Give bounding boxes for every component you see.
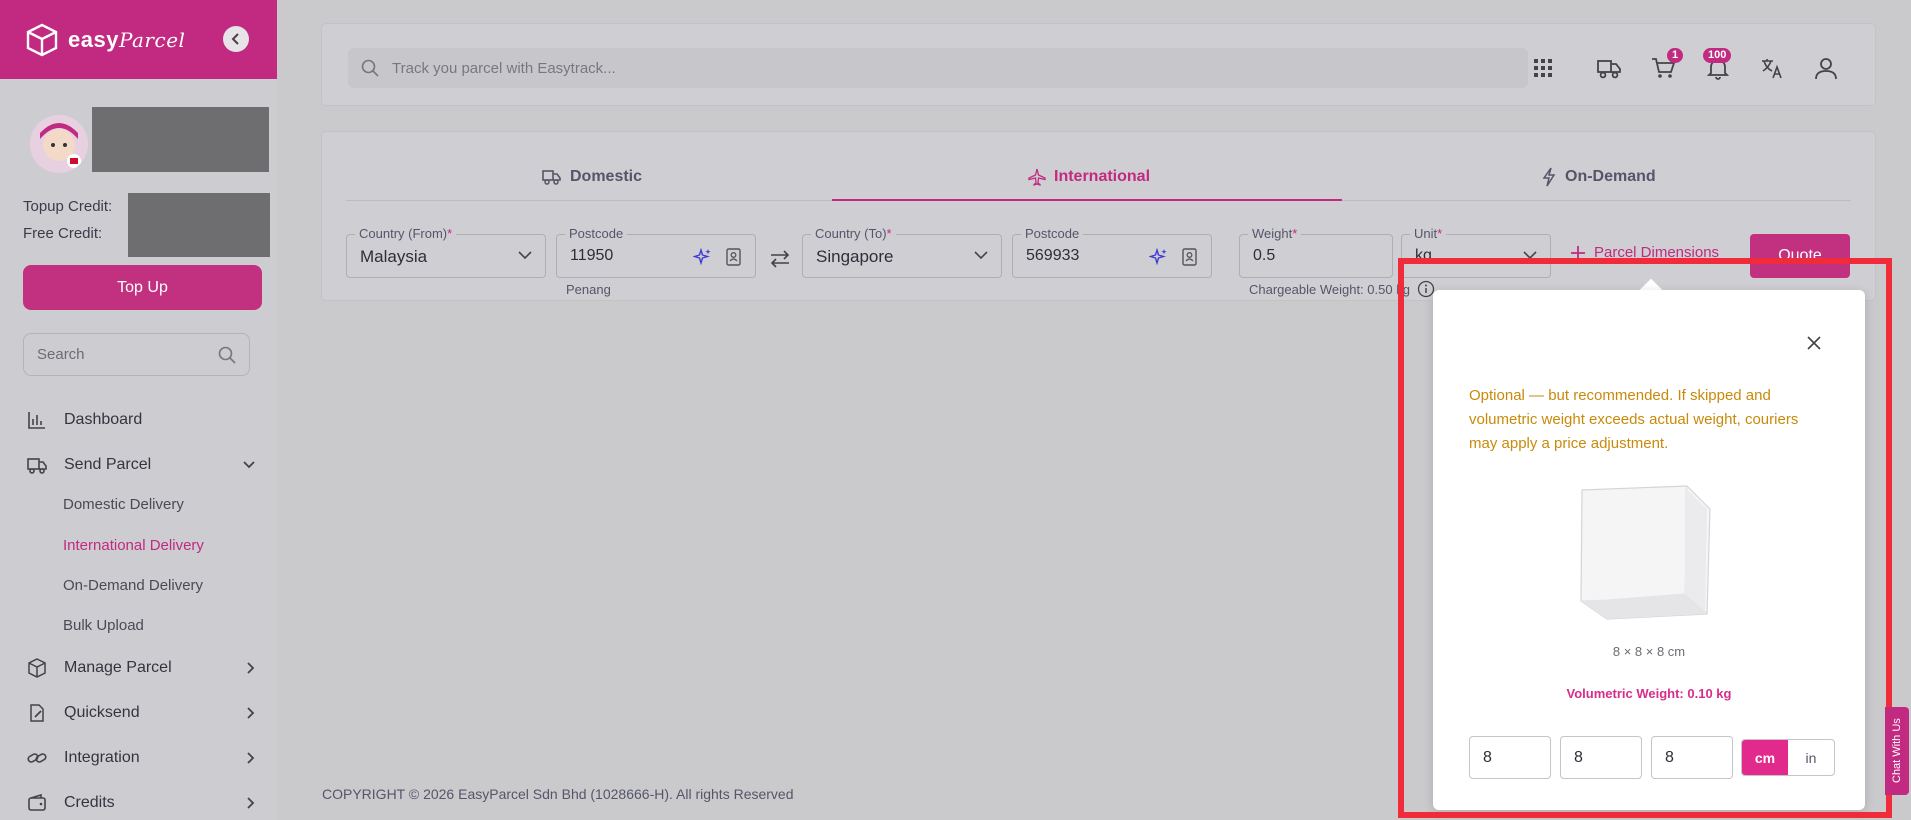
chargeable-weight-hint: Chargeable Weight: 0.50 kg: [1249, 282, 1410, 297]
sidebar-subitem-bulk-upload[interactable]: Bulk Upload: [63, 617, 144, 634]
highlight-frame: [1398, 258, 1892, 818]
postcode-from-value: 11950: [570, 247, 614, 264]
tab-label: International: [1054, 168, 1151, 185]
sidebar-item-label: Quicksend: [64, 704, 140, 721]
tab-on-demand[interactable]: On-Demand: [1541, 162, 1656, 192]
chevron-down-icon: [974, 251, 988, 260]
sidebar-item-dashboard[interactable]: Dashboard: [26, 405, 256, 435]
brand-logo-text: easyParcel: [68, 26, 186, 52]
active-tab-indicator: [832, 199, 1342, 201]
swap-icon[interactable]: [768, 248, 792, 270]
link-icon: [27, 753, 47, 763]
sidebar: easyParcel Topup Credit: Free Credit: To…: [0, 0, 277, 820]
country-to-label: Country (To)*: [811, 226, 896, 241]
sidebar-item-label: Credits: [64, 794, 115, 811]
address-book-icon[interactable]: [725, 247, 743, 267]
country-from-label: Country (From)*: [355, 226, 457, 241]
chat-with-us-button[interactable]: Chat With Us: [1885, 707, 1909, 795]
chart-icon: [28, 412, 45, 429]
search-icon: [361, 59, 379, 77]
top-up-button[interactable]: Top Up: [23, 265, 262, 310]
weight-input[interactable]: Weight* 0.5: [1239, 226, 1393, 278]
box-icon: [28, 658, 46, 678]
sparkle-icon[interactable]: [693, 247, 713, 267]
sidebar-subitem-on-demand-delivery[interactable]: On-Demand Delivery: [63, 577, 203, 594]
sidebar-item-integration[interactable]: Integration: [26, 743, 256, 773]
wallet-icon: [28, 793, 46, 811]
avatar[interactable]: [30, 115, 88, 173]
postcode-to-value: 569933: [1026, 247, 1080, 264]
brand-header: easyParcel: [0, 0, 277, 79]
sidebar-search-placeholder: Search: [37, 346, 85, 363]
sidebar-item-label: Integration: [64, 749, 140, 766]
truck-icon: [542, 170, 561, 185]
tab-domestic[interactable]: Domestic: [542, 162, 642, 192]
chevron-right-icon: [247, 752, 255, 764]
sidebar-search-input[interactable]: Search: [23, 333, 250, 376]
postcode-to-input[interactable]: Postcode 569933: [1012, 226, 1212, 278]
sidebar-item-manage-parcel[interactable]: Manage Parcel: [26, 653, 256, 683]
chevron-down-icon: [243, 461, 255, 469]
apps-grid-icon[interactable]: [1529, 54, 1557, 82]
sidebar-item-credits[interactable]: Credits: [26, 788, 256, 818]
chevron-left-icon: [231, 33, 239, 45]
postcode-from-hint: Penang: [566, 282, 611, 297]
credit-labels: Topup Credit: Free Credit:: [23, 193, 112, 247]
search-icon: [218, 346, 236, 364]
sparkle-icon[interactable]: [1149, 247, 1169, 267]
notification-badge: 100: [1703, 48, 1732, 63]
document-edit-icon: [30, 704, 44, 722]
mascot-avatar-icon: [30, 115, 88, 173]
sidebar-collapse-button[interactable]: [223, 26, 249, 52]
country-to-select[interactable]: Country (To)* Singapore: [802, 226, 1002, 278]
chevron-right-icon: [247, 797, 255, 809]
unit-label: Unit*: [1410, 226, 1447, 241]
truck-icon[interactable]: [1595, 54, 1623, 82]
free-credit-label: Free Credit:: [23, 225, 103, 242]
postcode-from-input[interactable]: Postcode 11950: [556, 226, 756, 278]
postcode-from-label: Postcode: [565, 226, 628, 241]
sidebar-item-label: Dashboard: [64, 411, 143, 428]
airplane-icon: [1028, 168, 1046, 186]
sidebar-item-quicksend[interactable]: Quicksend: [26, 698, 256, 728]
sidebar-subitem-international-delivery[interactable]: International Delivery: [63, 537, 204, 554]
footer-copyright: COPYRIGHT © 2026 EasyParcel Sdn Bhd (102…: [322, 786, 794, 802]
user-icon[interactable]: [1812, 54, 1840, 82]
truck-icon: [27, 458, 47, 474]
address-book-icon[interactable]: [1181, 247, 1199, 267]
cart-badge: 1: [1667, 48, 1684, 63]
top-bar: Track you parcel with Easytrack... 1 100: [322, 24, 1875, 105]
tab-international[interactable]: International: [1028, 162, 1150, 192]
sidebar-item-send-parcel[interactable]: Send Parcel: [26, 450, 256, 480]
sidebar-item-label: Manage Parcel: [64, 659, 172, 676]
weight-label: Weight*: [1248, 226, 1302, 241]
country-from-select[interactable]: Country (From)* Malaysia: [346, 226, 546, 278]
profile-card: [30, 107, 270, 177]
postcode-to-label: Postcode: [1021, 226, 1084, 241]
country-from-value: Malaysia: [360, 247, 428, 266]
tab-label: Domestic: [570, 168, 643, 185]
translate-icon[interactable]: [1758, 54, 1786, 82]
country-to-value: Singapore: [816, 247, 894, 266]
redacted-user-name: [92, 107, 269, 172]
chevron-right-icon: [247, 662, 255, 674]
tab-label: On-Demand: [1565, 168, 1656, 185]
lightning-icon: [1542, 167, 1556, 187]
sidebar-subitem-domestic-delivery[interactable]: Domestic Delivery: [63, 496, 184, 513]
chevron-down-icon: [518, 251, 532, 260]
redacted-credit-values: [128, 193, 270, 257]
box-logo-icon: [26, 23, 58, 56]
weight-value: 0.5: [1253, 247, 1276, 264]
topup-credit-label: Topup Credit:: [23, 198, 113, 215]
track-parcel-placeholder: Track you parcel with Easytrack...: [392, 59, 616, 77]
sidebar-item-label: Send Parcel: [64, 456, 152, 473]
chevron-right-icon: [247, 707, 255, 719]
track-parcel-input[interactable]: Track you parcel with Easytrack...: [348, 48, 1528, 88]
